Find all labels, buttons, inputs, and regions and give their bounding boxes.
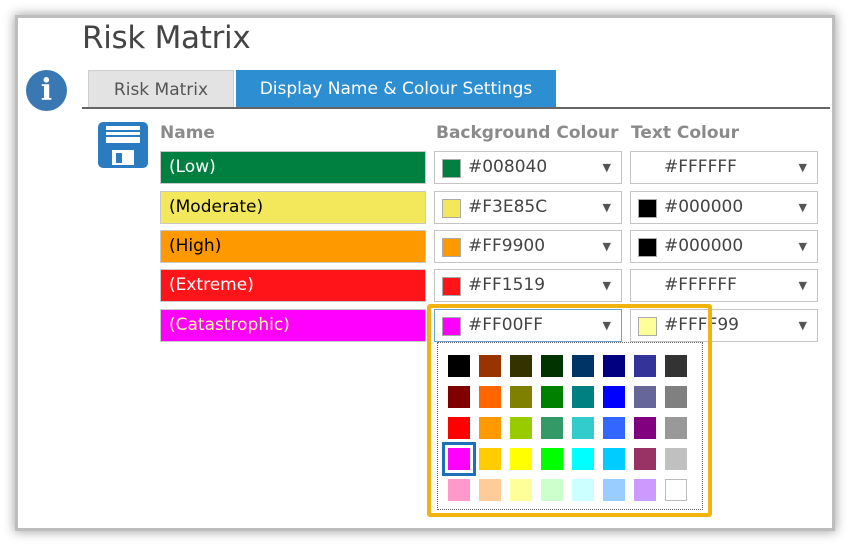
colour-swatch bbox=[638, 159, 657, 178]
colour-swatch bbox=[638, 277, 657, 296]
palette-swatch[interactable] bbox=[479, 479, 501, 501]
colour-value: #000000 bbox=[664, 197, 744, 217]
tab-divider bbox=[82, 107, 830, 109]
palette-swatch[interactable] bbox=[665, 355, 687, 377]
palette-swatch[interactable] bbox=[510, 386, 532, 408]
palette-swatch[interactable] bbox=[442, 442, 476, 476]
floppy-disk-icon[interactable] bbox=[97, 121, 149, 169]
colour-value: #FFFFFF bbox=[664, 157, 737, 177]
palette-swatch[interactable] bbox=[603, 417, 625, 439]
palette-swatch[interactable] bbox=[510, 355, 532, 377]
name-field-low[interactable]: (Low) bbox=[160, 151, 426, 184]
palette-swatch[interactable] bbox=[603, 355, 625, 377]
palette-swatch[interactable] bbox=[665, 448, 687, 470]
caret-down-icon[interactable]: ▼ bbox=[603, 192, 611, 223]
background-colour-select-moderate[interactable]: #F3E85C ▼ bbox=[434, 191, 622, 224]
caret-down-icon[interactable]: ▼ bbox=[603, 152, 611, 183]
column-header-text-colour: Text Colour bbox=[631, 123, 740, 143]
column-header-background-colour: Background Colour bbox=[436, 123, 619, 143]
palette-swatch[interactable] bbox=[448, 479, 470, 501]
background-colour-select-low[interactable]: #008040 ▼ bbox=[434, 151, 622, 184]
colour-palette-dropdown bbox=[437, 342, 703, 510]
caret-down-icon[interactable]: ▼ bbox=[799, 192, 807, 223]
palette-swatch[interactable] bbox=[541, 355, 563, 377]
palette-swatch[interactable] bbox=[541, 479, 563, 501]
palette-swatch[interactable] bbox=[665, 479, 687, 501]
name-field-high[interactable]: (High) bbox=[160, 230, 426, 263]
palette-swatch[interactable] bbox=[510, 417, 532, 439]
caret-down-icon[interactable]: ▼ bbox=[603, 231, 611, 262]
text-colour-select-extreme[interactable]: #FFFFFF ▼ bbox=[630, 269, 818, 302]
colour-value: #FFFFFF bbox=[664, 275, 737, 295]
colour-value: #000000 bbox=[664, 236, 744, 256]
colour-swatch bbox=[442, 238, 461, 257]
colour-value: #008040 bbox=[468, 157, 548, 177]
palette-swatch[interactable] bbox=[572, 479, 594, 501]
palette-swatch[interactable] bbox=[603, 448, 625, 470]
page-title: Risk Matrix bbox=[82, 20, 251, 56]
tab-display-name-colour-settings[interactable]: Display Name & Colour Settings bbox=[236, 70, 556, 108]
caret-down-icon[interactable]: ▼ bbox=[603, 270, 611, 301]
palette-swatch[interactable] bbox=[479, 448, 501, 470]
palette-swatch[interactable] bbox=[448, 417, 470, 439]
palette-swatch[interactable] bbox=[541, 386, 563, 408]
palette-swatch[interactable] bbox=[572, 448, 594, 470]
palette-swatch[interactable] bbox=[665, 417, 687, 439]
palette-swatch[interactable] bbox=[448, 355, 470, 377]
colour-value: #FF1519 bbox=[468, 275, 546, 295]
name-field-extreme[interactable]: (Extreme) bbox=[160, 269, 426, 302]
palette-swatch[interactable] bbox=[541, 417, 563, 439]
palette-swatch[interactable] bbox=[510, 479, 532, 501]
text-colour-select-high[interactable]: #000000 ▼ bbox=[630, 230, 818, 263]
caret-down-icon[interactable]: ▼ bbox=[799, 231, 807, 262]
palette-swatch[interactable] bbox=[634, 355, 656, 377]
palette-swatch[interactable] bbox=[510, 448, 532, 470]
palette-swatch[interactable] bbox=[634, 479, 656, 501]
palette-swatch[interactable] bbox=[603, 479, 625, 501]
info-icon[interactable]: i bbox=[26, 70, 67, 111]
colour-value: #FF9900 bbox=[468, 236, 546, 256]
text-colour-select-moderate[interactable]: #000000 ▼ bbox=[630, 191, 818, 224]
caret-down-icon[interactable]: ▼ bbox=[799, 152, 807, 183]
palette-swatch[interactable] bbox=[572, 355, 594, 377]
background-colour-select-high[interactable]: #FF9900 ▼ bbox=[434, 230, 622, 263]
colour-swatch bbox=[442, 199, 461, 218]
tab-risk-matrix[interactable]: Risk Matrix bbox=[88, 70, 234, 108]
column-header-name: Name bbox=[160, 123, 215, 143]
colour-swatch bbox=[442, 159, 461, 178]
palette-swatch[interactable] bbox=[479, 355, 501, 377]
caret-down-icon[interactable]: ▼ bbox=[799, 270, 807, 301]
palette-swatch[interactable] bbox=[634, 448, 656, 470]
palette-swatch[interactable] bbox=[479, 386, 501, 408]
name-field-catastrophic[interactable]: (Catastrophic) bbox=[160, 309, 426, 342]
colour-value: #F3E85C bbox=[468, 197, 548, 217]
background-colour-select-extreme[interactable]: #FF1519 ▼ bbox=[434, 269, 622, 302]
colour-swatch bbox=[638, 238, 657, 257]
palette-swatch[interactable] bbox=[572, 417, 594, 439]
caret-down-icon[interactable]: ▼ bbox=[799, 310, 807, 341]
colour-swatch bbox=[442, 277, 461, 296]
name-field-moderate[interactable]: (Moderate) bbox=[160, 191, 426, 224]
palette-swatch[interactable] bbox=[634, 386, 656, 408]
text-colour-select-low[interactable]: #FFFFFF ▼ bbox=[630, 151, 818, 184]
palette-swatch[interactable] bbox=[665, 386, 687, 408]
palette-swatch[interactable] bbox=[634, 417, 656, 439]
colour-swatch bbox=[638, 199, 657, 218]
palette-swatch[interactable] bbox=[541, 448, 563, 470]
palette-swatch[interactable] bbox=[572, 386, 594, 408]
palette-swatch[interactable] bbox=[479, 417, 501, 439]
palette-swatch[interactable] bbox=[603, 386, 625, 408]
palette-swatch[interactable] bbox=[448, 386, 470, 408]
